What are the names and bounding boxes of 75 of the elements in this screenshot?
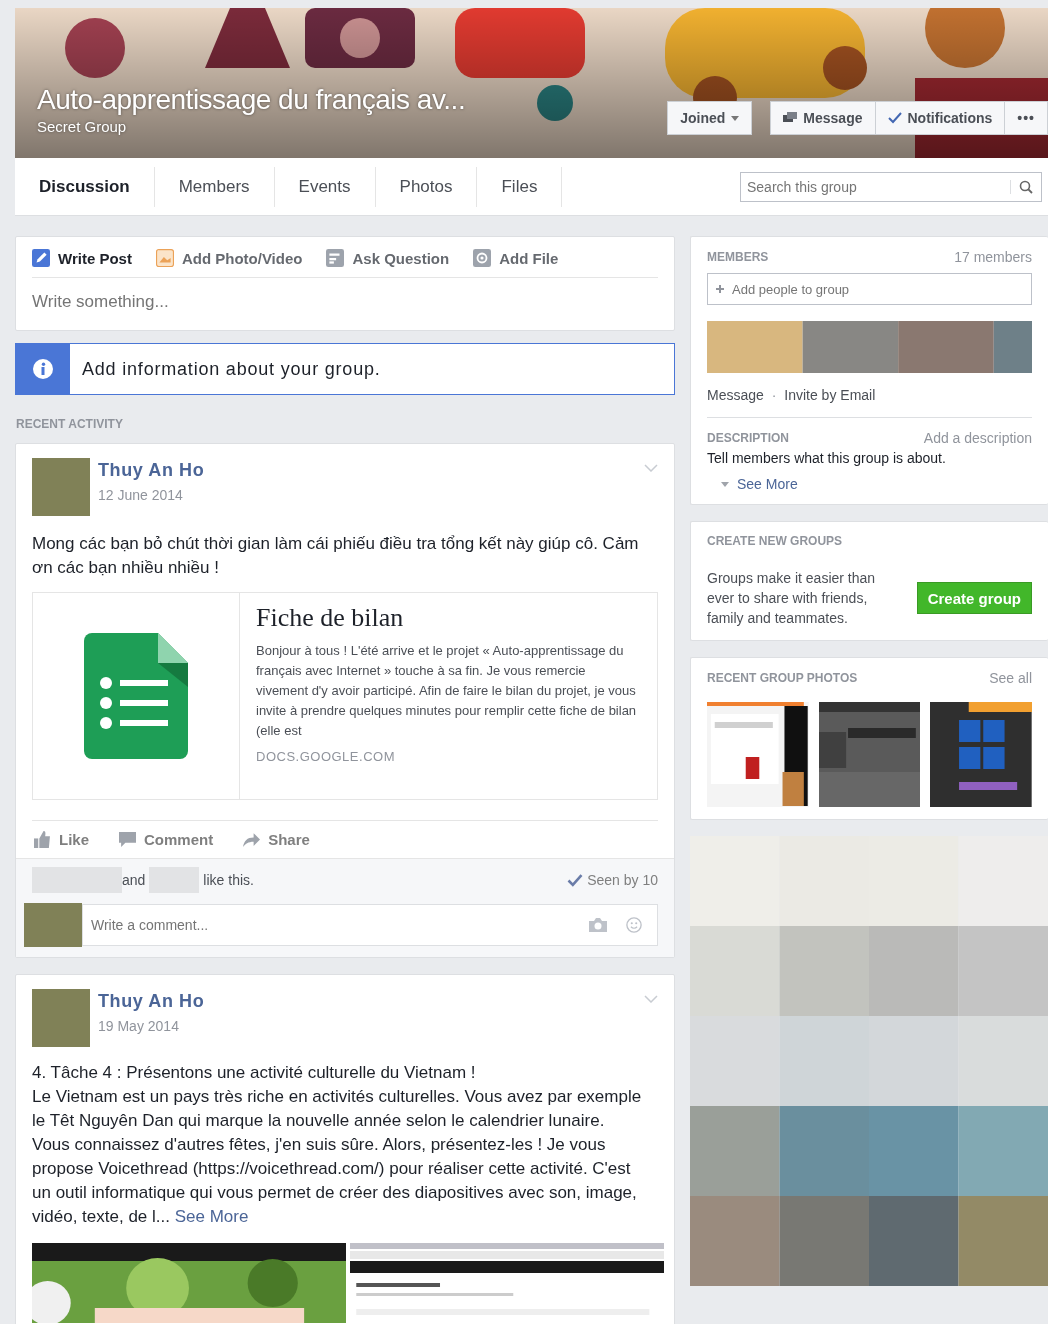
message-link[interactable]: Message (707, 387, 764, 403)
author-name[interactable]: Thuy An Ho (98, 991, 636, 1012)
tab[interactable]: Events (274, 166, 376, 207)
likes-text: like this. (203, 872, 254, 888)
message-button[interactable]: Message (770, 101, 876, 135)
pencil-icon (32, 249, 50, 267)
group-privacy: Secret Group (37, 118, 128, 135)
link-domain: DOCS.GOOGLE.COM (256, 749, 396, 764)
section-heading: RECENT GROUP PHOTOS (707, 671, 858, 685)
add-people-field[interactable]: Add people to group (707, 273, 1032, 305)
file-icon (473, 249, 492, 267)
create-group-text: Groups make it easier than ever to share with friends, family and teammates. (707, 569, 877, 628)
check-icon (887, 112, 902, 124)
photo-icon (155, 249, 174, 267)
notifications-button[interactable]: Notifications (875, 101, 1006, 135)
seen-count[interactable]: Seen by 10 (587, 872, 658, 888)
see-more-link[interactable]: See More (721, 476, 1032, 492)
composer-tab[interactable]: Ask Question (326, 245, 466, 271)
joined-button[interactable]: Joined (667, 101, 753, 135)
section-heading: DESCRIPTION (707, 431, 789, 445)
more-button[interactable]: ••• (1005, 101, 1048, 135)
poll-icon (326, 249, 345, 267)
post-action[interactable]: Share (243, 831, 310, 848)
likes-text: and (122, 872, 146, 888)
add-description-link[interactable]: Add a description (923, 430, 1032, 446)
section-heading: CREATE NEW GROUPS (707, 534, 843, 548)
chevron-icon[interactable] (644, 995, 658, 1003)
see-all-link[interactable]: See all (989, 670, 1032, 686)
speech-bubble-icon (119, 831, 136, 848)
section-heading: RECENT ACTIVITY (16, 417, 124, 431)
composer-tab[interactable]: Add Photo/Video (155, 245, 319, 271)
post-text: Le Vietnam est un pays très riche en activités culturelles. Vous avez par exemple le Têt Nguyên Dan qui marque la nouvelle année selon le calendrier lunaire. Vous connaissez d'autres fêtes, j'en suis sûre. Alors, présentez-les ! Je vous propose Voicethread (https://voicethread.com/) pour réaliser cette activité. C'est un outil informatique qui vous permet de créer des diapositives avec son, image, vidéo, texte, de l... See More (32, 1086, 642, 1228)
post-text: Mong các bạn bỏ chút thời gian làm cái phiếu điều tra tổng kết này giúp cô. Cảm ơn các bạn nhiều nhiều ! (32, 533, 640, 579)
description-text: Tell members what this group is about. (707, 450, 947, 466)
search-field[interactable]: Search this group (740, 171, 1042, 202)
document-icon (84, 633, 188, 759)
smiley-icon[interactable] (625, 917, 643, 933)
caret-icon (721, 481, 729, 487)
see-more-link[interactable]: See More (174, 1207, 249, 1226)
chevron-icon[interactable] (644, 464, 658, 472)
post-composer[interactable]: Write Post Add Photo/Video Ask Question Add File Write something... (15, 236, 675, 331)
link-description: Bonjour à tous ! L'été arrive et le projet « Auto-apprentissage du français avec Internet » touche à sa fin. Je vous remercie vivement d'y avoir participé. Afin de faire le bilan du projet, je vous invite à prendre quelques minutes pour remplir cette fiche de bilan (elle est (256, 642, 638, 740)
comment-field[interactable]: Write a comment... (82, 904, 658, 946)
plus-icon (716, 285, 724, 293)
info-banner[interactable]: Add information about your group. (15, 343, 675, 395)
avatar[interactable] (32, 458, 90, 516)
post-date[interactable]: 19 May 2014 (98, 1018, 636, 1034)
post-date[interactable]: 12 June 2014 (98, 487, 636, 503)
post-action[interactable]: Like (34, 831, 89, 848)
separator: · (771, 387, 777, 403)
caret-icon (731, 115, 740, 121)
avatar[interactable] (32, 989, 90, 1047)
banner-text: Add information about your group. (81, 358, 381, 380)
composer-tab[interactable]: Write Post (32, 245, 148, 271)
members-count-link[interactable]: 17 members (954, 249, 1032, 265)
section-heading: MEMBERS (707, 250, 769, 264)
camera-icon[interactable] (589, 917, 607, 933)
link-preview[interactable] (32, 592, 658, 800)
thumbs-up-icon (34, 831, 51, 848)
post-text: 4. Tâche 4 : Présentons une activité culturelle du Vietnam ! (32, 1062, 477, 1084)
avatar (24, 903, 82, 947)
tab[interactable]: Discussion (15, 166, 155, 207)
tab[interactable]: Photos (375, 166, 478, 207)
group-title: Auto-apprentissage du français av... (37, 84, 466, 116)
chat-icon (783, 112, 798, 124)
link-title: Fiche de bilan (256, 603, 405, 633)
info-icon (33, 359, 53, 379)
author-name[interactable]: Thuy An Ho (98, 460, 636, 481)
tab[interactable]: Files (477, 166, 563, 207)
post-action[interactable]: Comment (119, 831, 214, 848)
arrow-icon (243, 831, 261, 848)
tab[interactable]: Members (154, 166, 275, 207)
invite-link[interactable]: Invite by Email (784, 387, 876, 403)
check-icon (567, 873, 584, 887)
composer-tab[interactable]: Add File (473, 245, 575, 271)
